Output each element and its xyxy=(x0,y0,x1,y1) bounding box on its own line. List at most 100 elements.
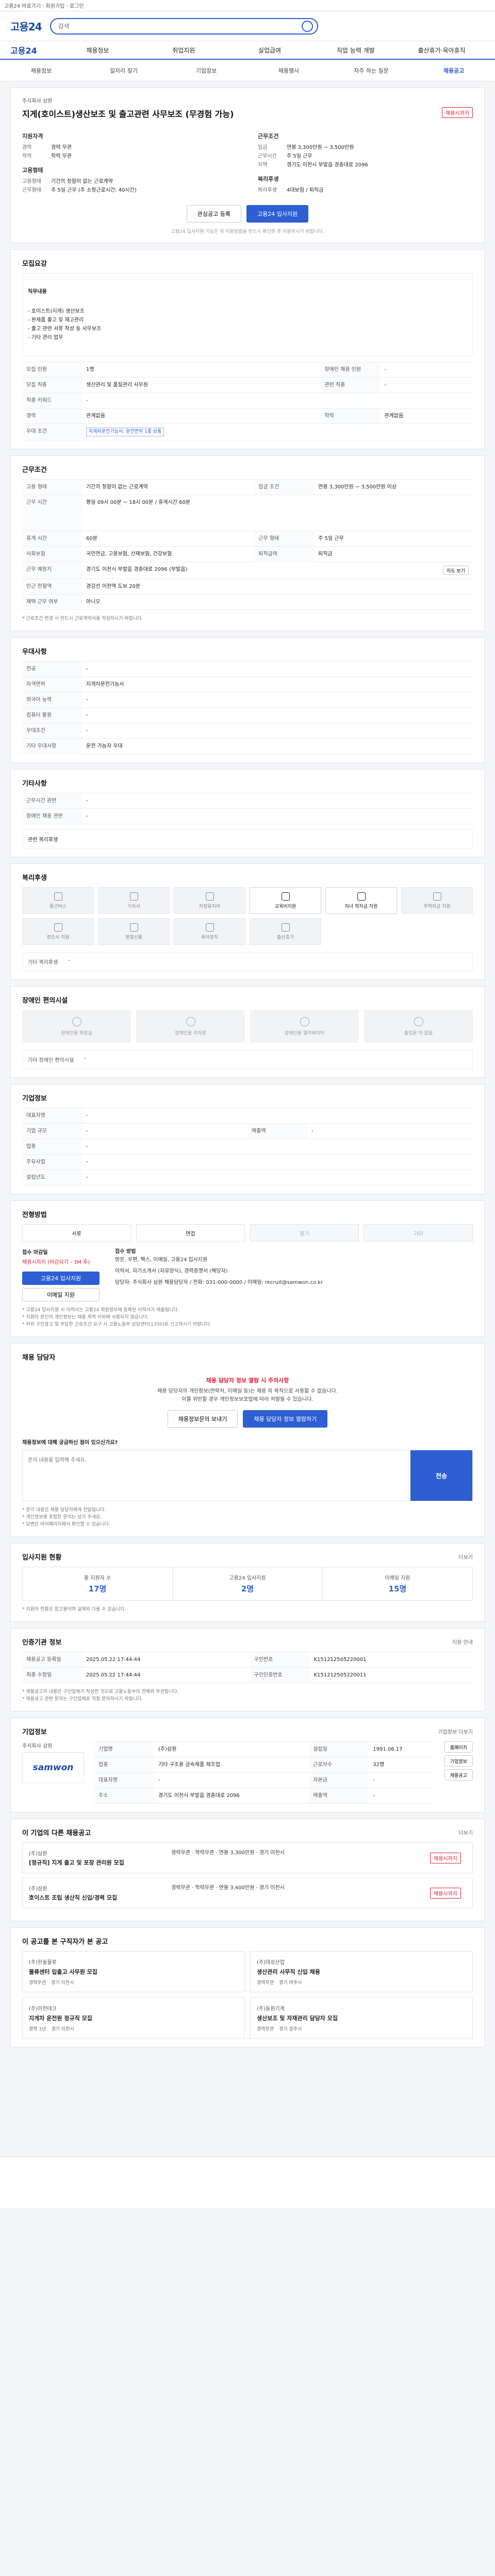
section-title: 모집요강 xyxy=(22,260,47,268)
table-row: 고용 형태 기간의 정함이 없는 근로계약 임금 조건 연봉 3,300만원 ~ 3,… xyxy=(22,479,473,495)
site-logo[interactable]: 고용24 xyxy=(10,19,42,33)
recommend-card[interactable]: (주)대성산업 생산관리 사무직 신입 채용 경력무관 경기 여주시 xyxy=(250,1951,473,1992)
scrap-button[interactable]: 관심공고 등록 xyxy=(186,205,241,223)
company-info-button[interactable]: 기업정보 xyxy=(444,1755,473,1767)
table-row: 직종 키워드 - xyxy=(22,393,473,409)
section-title: 전형방법 xyxy=(22,1211,47,1219)
sub-nav-item-active[interactable]: 채용공고 xyxy=(412,60,495,81)
education-value: 학력 무관 xyxy=(51,154,72,159)
cell-value: - xyxy=(82,1154,473,1170)
cell-label: 기타 우대사항 xyxy=(22,738,82,754)
welfare-label: 기숙사 xyxy=(127,904,140,909)
cell-label: 인근 전철역 xyxy=(22,579,82,595)
company-name[interactable]: 주식회사 삼원 xyxy=(22,96,473,104)
facility-item: 장애인용 주차장 xyxy=(136,1010,245,1043)
welfare-extra-value: - xyxy=(68,958,70,963)
top-utility-bar: 고용24 바로가기 · 회원가입 · 로그인 xyxy=(0,0,495,11)
welfare-item: 육아휴직 xyxy=(174,918,245,945)
deadline-label: 접수 마감일 xyxy=(22,1250,48,1256)
company-more-link[interactable]: 기업정보 더보기 xyxy=(438,1727,473,1735)
history-table: 채용공고 등록일 2025.05.22 17:44:44 구인번호 K15121250… xyxy=(22,1652,473,1683)
gnb-logo[interactable]: 고용24 xyxy=(10,44,55,56)
inquiry-button[interactable]: 채용정보문의 보내기 xyxy=(167,1410,238,1428)
table-row: 최종 수정일 2025.05.22 17:44:44 구인인증번호 K15121250… xyxy=(22,1667,473,1683)
list-item[interactable]: (주)삼원 [정규직] 지게 출고 및 포장 관리원 모집 경력무관 · 학력무관… xyxy=(22,1842,473,1873)
rec-company: (주)이천테크 xyxy=(29,2006,57,2012)
cell-label: 구인번호 xyxy=(250,1652,310,1668)
homepage-button[interactable]: 홈페이지 xyxy=(444,1741,473,1753)
top-utility-text: 고용24 바로가기 · 회원가입 · 로그인 xyxy=(4,4,84,9)
cell-value: 2025.05.22 17:44:44 xyxy=(82,1667,250,1683)
emp-heading: 고용형태 xyxy=(22,167,43,174)
welfare-label: 주택자금 지원 xyxy=(423,904,451,909)
company-jobs-button[interactable]: 채용공고 xyxy=(444,1769,473,1781)
etc-link[interactable]: 관련 복리후생 xyxy=(28,837,58,843)
cell-value: 연봉 3,300만원 ~ 3,500만원 이상 xyxy=(314,479,473,495)
sub-nav-item[interactable]: 기업정보 xyxy=(165,60,248,81)
cell-label: 대표자명 xyxy=(94,1772,154,1788)
sub-nav-item[interactable]: 채용정보 xyxy=(0,60,82,81)
cell-label: 주요사업 xyxy=(22,1154,82,1170)
apply-notes: * 고용24 입사지원 시 이력서는 고용24 회원정보에 등록된 이력서가 제… xyxy=(22,1308,211,1327)
list-title[interactable]: 호이스트 조립 생산직 신입/경력 모집 xyxy=(29,1893,163,1902)
facility-label: 출입문 턱 없음 xyxy=(404,1030,433,1036)
recommend-card[interactable]: (주)이천테크 지게차 운전원 정규직 모집 경력 1년 경기 이천시 xyxy=(22,1997,245,2039)
cell-label: 모집 인원 xyxy=(22,362,82,378)
list-badge: 채용시까지 xyxy=(430,1887,461,1899)
dorm-icon xyxy=(129,892,138,901)
view-contact-button[interactable]: 채용 담당자 정보 열람하기 xyxy=(243,1410,328,1428)
list-meta: 경력무관 · 학력무관 · 연봉 3,300만원 · 경기 이천시 xyxy=(171,1850,285,1856)
gnb-item-training[interactable]: 직업 능력 개발 xyxy=(312,46,399,55)
rec-title[interactable]: 생산보조 및 자재관리 담당자 모집 xyxy=(257,2014,466,2022)
method-written: 필기 xyxy=(250,1224,359,1242)
rec-title[interactable]: 물류센터 입출고 사무원 모집 xyxy=(29,1968,238,1976)
welfare-item-on: 자녀 학자금 지원 xyxy=(325,887,397,914)
facility-label: 장애인용 엘리베이터 xyxy=(284,1030,325,1036)
stat-value: 2명 xyxy=(241,1584,254,1594)
cell-label: 근로자수 xyxy=(309,1757,369,1773)
rec-title[interactable]: 생산관리 사무직 신입 채용 xyxy=(257,1968,466,1976)
inquiry-send-button[interactable]: 전송 xyxy=(410,1450,472,1501)
cell-label: 최종 수정일 xyxy=(22,1667,82,1683)
sub-nav-item[interactable]: 일자리 찾기 xyxy=(82,60,165,81)
sub-nav-item[interactable]: 자주 하는 질문 xyxy=(330,60,412,81)
apply-button-2[interactable]: 고용24 입사지원 xyxy=(22,1272,100,1285)
duty-text: - 호이스트(지게) 생산보조 - 완제품 출고 및 재고관리 - 출고 관련 … xyxy=(28,309,102,341)
gnb-item-support[interactable]: 취업지원 xyxy=(141,46,227,55)
contact-value: 담당자: 주식회사 삼원 채용담당자 / 전화: 031-000-0000 / … xyxy=(115,1280,323,1285)
cell-label: 채용공고 등록일 xyxy=(22,1652,82,1668)
recommend-card[interactable]: (주)동원기계 생산보조 및 자재관리 담당자 모집 경력무관 경기 광주시 xyxy=(250,1997,473,2039)
toilet-icon xyxy=(72,1016,81,1026)
table-row: 업종 기타 구조용 금속제품 제조업 근로자수 32명 xyxy=(94,1757,434,1773)
recommend-section: 이 공고를 본 구직자가 본 공고 (주)한솔물류 물류센터 입출고 사무원 모집… xyxy=(10,1927,485,2047)
search-input[interactable] xyxy=(50,18,318,35)
gnb-item-benefit[interactable]: 실업급여 xyxy=(227,46,313,55)
stats-more-link[interactable]: 더보기 xyxy=(458,1553,473,1561)
gnb-item-jobs[interactable]: 채용정보 xyxy=(55,46,141,55)
apply-button[interactable]: 고용24 입사지원 xyxy=(246,205,309,223)
search-icon[interactable] xyxy=(301,20,313,32)
kv-label: 지역 xyxy=(258,162,268,168)
conditions-section: 근무조건 고용 형태 기간의 정함이 없는 근로계약 임금 조건 연봉 3,300만원… xyxy=(10,455,485,631)
list-item[interactable]: (주)삼원 호이스트 조립 생산직 신입/경력 모집 경력무관 · 학력무관 · … xyxy=(22,1877,473,1908)
cell-value: 2025.05.22 17:44:44 xyxy=(82,1652,250,1668)
section-title: 입사지원 현황 xyxy=(22,1554,62,1562)
cell-label: 우대 조건 xyxy=(22,423,82,440)
table-row: 컴퓨터 활용 - xyxy=(22,707,473,723)
email-apply-button[interactable]: 이메일 지원 xyxy=(22,1288,100,1301)
gnb-item-leave[interactable]: 출산휴가·육아휴직 xyxy=(399,46,485,55)
list-title[interactable]: [정규직] 지게 출고 및 포장 관리원 모집 xyxy=(29,1858,163,1867)
etc-table: 근무시간 관련 - 장애인 채용 관련 - xyxy=(22,793,473,824)
deadline-value: 채용시까지 (마감되기 - 3M 후) xyxy=(22,1260,90,1265)
section-title: 근무조건 xyxy=(22,466,47,474)
section-title: 기타사항 xyxy=(22,780,47,788)
welfare-extra: 기타 복리후생 - xyxy=(22,952,473,971)
map-button[interactable]: 지도 보기 xyxy=(443,566,469,575)
sub-nav-item[interactable]: 채용행사 xyxy=(248,60,330,81)
recommend-card[interactable]: (주)한솔물류 물류센터 입출고 사무원 모집 경력무관 경기 이천시 xyxy=(22,1951,245,1992)
rec-title[interactable]: 지게차 운전원 정규직 모집 xyxy=(29,2014,238,2022)
inquiry-textarea[interactable] xyxy=(23,1450,410,1501)
other-jobs-more[interactable]: 더보기 xyxy=(458,1828,473,1836)
history-link[interactable]: 지원 안내 xyxy=(452,1638,473,1646)
welfare-item: 출산휴가 xyxy=(250,918,321,945)
